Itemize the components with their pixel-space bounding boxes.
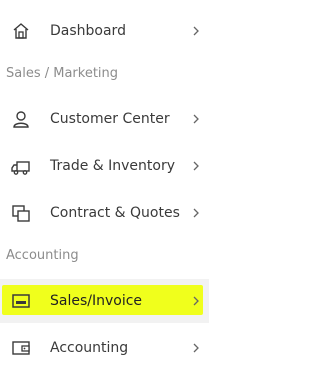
- chevron-right-icon: [193, 114, 199, 124]
- chevron-right-icon: [193, 296, 199, 306]
- section-heading: Sales / Marketing: [6, 66, 119, 81]
- sidebar-item-label: Customer Center: [50, 111, 170, 127]
- sidebar-item-customer-center[interactable]: Customer Center: [0, 97, 209, 141]
- sidebar-item-label: Dashboard: [50, 23, 126, 39]
- home-icon: [13, 23, 29, 39]
- sidebar-item-sales-invoice[interactable]: Sales/Invoice: [0, 279, 209, 323]
- documents-icon: [12, 205, 30, 222]
- section-heading: Accounting: [6, 248, 79, 263]
- sidebar-item-trade-inventory[interactable]: Trade & Inventory: [0, 144, 209, 188]
- sidebar-item-dashboard[interactable]: Dashboard: [0, 9, 209, 53]
- chevron-right-icon: [193, 208, 199, 218]
- chevron-right-icon: [193, 343, 199, 353]
- invoice-icon: [12, 294, 30, 308]
- sidebar-nav: Dashboard Sales / Marketing Customer Cen…: [0, 0, 209, 376]
- wallet-icon: [12, 341, 30, 355]
- sidebar-item-label: Accounting: [50, 340, 129, 356]
- truck-icon: [11, 161, 30, 175]
- sidebar-item-accounting[interactable]: Accounting: [0, 326, 209, 370]
- sidebar-item-contract-quotes[interactable]: Contract & Quotes: [0, 191, 209, 235]
- sidebar-item-label: Trade & Inventory: [50, 158, 176, 174]
- sidebar-item-label: Sales/Invoice: [50, 293, 143, 309]
- sidebar-item-label: Contract & Quotes: [50, 205, 180, 221]
- chevron-right-icon: [193, 161, 199, 171]
- chevron-right-icon: [193, 26, 199, 36]
- user-icon: [13, 111, 29, 128]
